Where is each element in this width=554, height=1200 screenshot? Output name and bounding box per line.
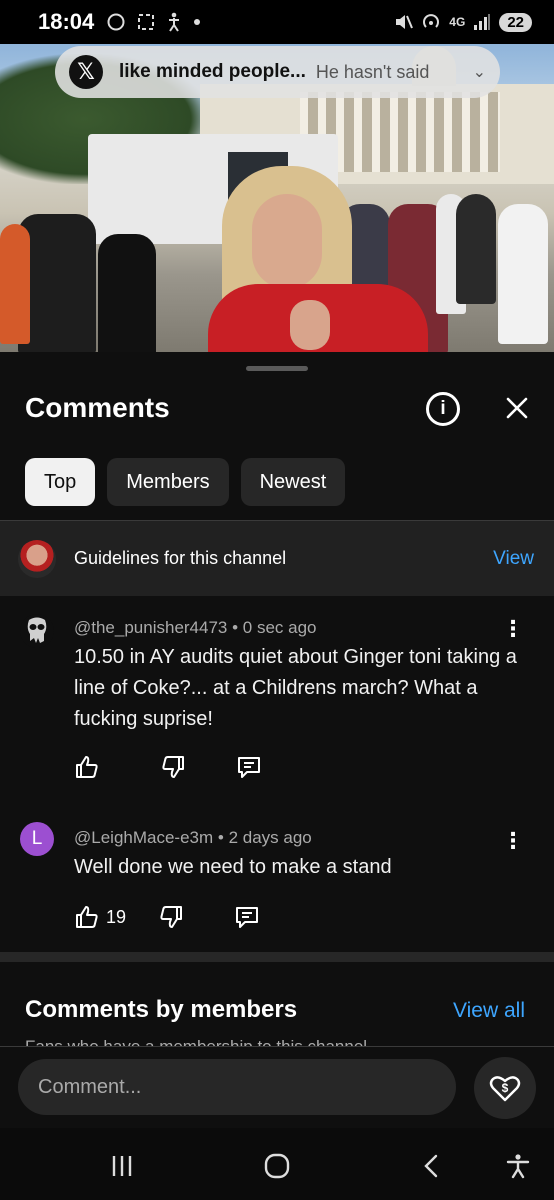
notification-title: like minded people... bbox=[119, 61, 306, 82]
comment-meta: @LeighMace-e3m • 2 days ago bbox=[74, 828, 312, 847]
comment-time: 2 days ago bbox=[228, 828, 312, 847]
screen-capture-icon bbox=[138, 14, 155, 30]
close-icon[interactable] bbox=[500, 388, 534, 428]
more-options-icon[interactable]: ⋮ bbox=[502, 616, 525, 642]
members-section-title: Comments by members bbox=[25, 996, 298, 1023]
dislike-button[interactable] bbox=[160, 754, 186, 780]
guidelines-view-link[interactable]: View bbox=[493, 548, 534, 570]
like-button[interactable]: 19 bbox=[74, 904, 126, 930]
thumbs-up-icon bbox=[76, 756, 98, 778]
comment-item: L @LeighMace-e3m • 2 days ago ⋮ Well don… bbox=[0, 822, 554, 942]
comment-composer: $ bbox=[0, 1046, 554, 1128]
comment-meta: @the_punisher4473 • 0 sec ago bbox=[74, 618, 317, 637]
reply-button[interactable] bbox=[234, 904, 260, 930]
comment-author[interactable]: @the_punisher4473 bbox=[74, 618, 227, 637]
chip-members[interactable]: Members bbox=[107, 458, 229, 506]
back-icon[interactable] bbox=[412, 1146, 452, 1186]
more-options-icon[interactable]: ⋮ bbox=[502, 828, 525, 854]
notification-text: He hasn't said bbox=[315, 61, 430, 82]
accessibility-person-icon bbox=[169, 12, 180, 32]
recent-apps-icon[interactable] bbox=[102, 1146, 142, 1186]
comment-author[interactable]: @LeighMace-e3m bbox=[74, 828, 213, 847]
comment-actions: 19 bbox=[74, 904, 260, 930]
crowd-person bbox=[0, 224, 30, 344]
heart-dollar-icon: $ bbox=[489, 1076, 521, 1102]
reply-button[interactable] bbox=[236, 754, 262, 780]
members-view-all-link[interactable]: View all bbox=[453, 999, 525, 1023]
battery-level: 22 bbox=[499, 12, 532, 32]
video-presenter-face bbox=[252, 194, 322, 289]
channel-avatar bbox=[18, 539, 56, 578]
status-bar: 18:04 4G 22 bbox=[0, 0, 554, 44]
comment-time: 0 sec ago bbox=[242, 618, 317, 637]
svg-text:$: $ bbox=[502, 1081, 509, 1095]
whatsapp-icon bbox=[107, 13, 125, 31]
crowd-person bbox=[498, 204, 548, 344]
comment-actions bbox=[74, 754, 262, 780]
accessibility-icon[interactable] bbox=[498, 1146, 538, 1186]
like-button[interactable] bbox=[74, 754, 106, 780]
chip-top[interactable]: Top bbox=[25, 458, 96, 506]
filter-chips: Top Members Newest bbox=[25, 458, 346, 506]
crowd-person bbox=[98, 234, 156, 352]
sheet-title: Comments bbox=[25, 392, 170, 423]
x-logo-icon: 𝕏 bbox=[69, 55, 103, 89]
comment-text: Well done we need to make a stand bbox=[74, 856, 392, 878]
status-time: 18:04 bbox=[38, 9, 95, 34]
channel-guidelines[interactable]: Guidelines for this channel View bbox=[0, 520, 554, 596]
chip-newest[interactable]: Newest bbox=[240, 458, 346, 506]
thumbs-down-icon bbox=[160, 906, 183, 928]
home-icon[interactable] bbox=[257, 1146, 297, 1186]
user-avatar[interactable]: L bbox=[20, 822, 54, 856]
dot-icon bbox=[194, 19, 201, 25]
punisher-skull-avatar[interactable] bbox=[20, 614, 54, 648]
video-presenter-hand bbox=[290, 300, 330, 350]
network-type: 4G bbox=[449, 15, 466, 29]
hotspot-icon bbox=[423, 14, 440, 28]
system-nav-bar bbox=[0, 1128, 554, 1200]
thumbs-down-icon bbox=[162, 756, 184, 778]
like-count: 19 bbox=[106, 906, 127, 927]
guidelines-label: Guidelines for this channel bbox=[74, 548, 287, 568]
signal-icon bbox=[474, 14, 491, 30]
comment-text: 10.50 in AY audits quiet about Ginger to… bbox=[74, 646, 517, 730]
reply-icon bbox=[236, 907, 259, 928]
crowd-person bbox=[456, 194, 496, 304]
section-divider bbox=[0, 952, 554, 962]
mute-icon bbox=[396, 15, 414, 29]
thumbs-up-icon bbox=[76, 906, 98, 928]
info-icon[interactable]: i bbox=[426, 392, 460, 426]
dislike-button[interactable] bbox=[158, 904, 184, 930]
comment-input[interactable] bbox=[18, 1059, 456, 1115]
drag-handle[interactable] bbox=[246, 366, 308, 371]
reply-icon bbox=[238, 757, 260, 778]
comments-sheet: Comments i Top Members Newest Guidelines… bbox=[0, 352, 554, 1128]
comment-item: @the_punisher4473 • 0 sec ago ⋮ 10.50 in… bbox=[0, 610, 554, 800]
notification-pill[interactable]: 𝕏 like minded people... He hasn't said ⌄ bbox=[55, 46, 500, 98]
super-thanks-button[interactable]: $ bbox=[474, 1057, 536, 1119]
chevron-down-icon[interactable]: ⌄ bbox=[473, 62, 486, 82]
